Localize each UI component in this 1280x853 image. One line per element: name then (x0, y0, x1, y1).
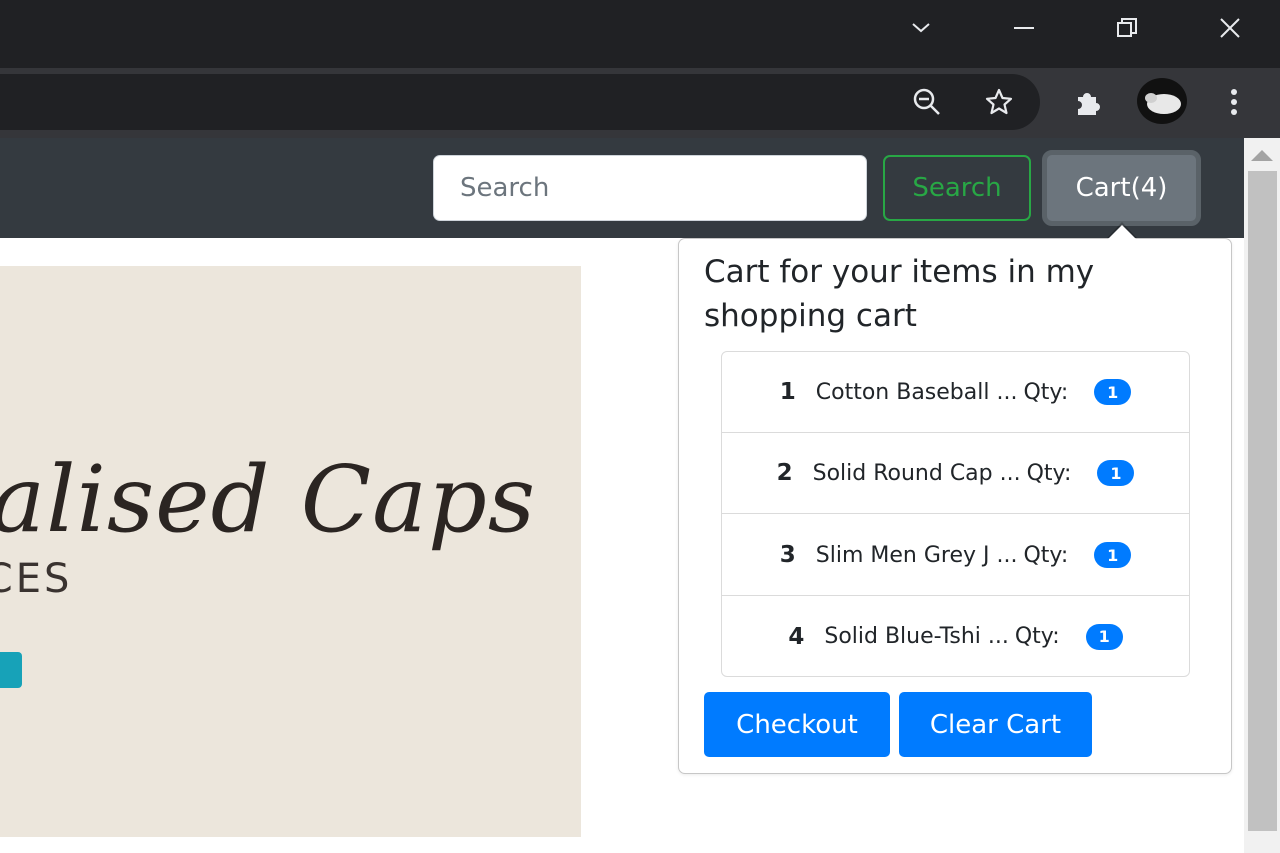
hero-title: nalised Caps (0, 446, 537, 553)
scroll-up-arrow-icon[interactable] (1251, 150, 1273, 161)
cart-item: 3 Slim Men Grey J ... Qty: 1 (722, 515, 1189, 596)
extensions-icon (1078, 93, 1100, 115)
item-number: 4 (788, 623, 805, 650)
avatar[interactable] (1137, 78, 1187, 124)
hero-subtitle: ICES (0, 556, 73, 602)
bookmark-button[interactable] (979, 82, 1019, 122)
search-button[interactable]: Search (883, 155, 1031, 221)
cart-items-list: 1 Cotton Baseball ... Qty: 1 2 Solid Rou… (721, 351, 1190, 677)
qty-badge: 1 (1094, 379, 1132, 405)
minimize-icon (1014, 27, 1034, 29)
tab-search-button[interactable] (901, 8, 941, 48)
popover-title: Cart for your items in my shopping cart (704, 254, 1095, 334)
cart-button[interactable]: Cart(4) (1042, 150, 1201, 226)
item-name: Solid Blue-Tshi ... (824, 624, 1009, 649)
item-qty-label: Qty: (1014, 624, 1060, 649)
checkout-button[interactable]: Checkout (704, 692, 890, 757)
item-qty-label: Qty: (1023, 379, 1069, 405)
clear-cart-button[interactable]: Clear Cart (899, 692, 1092, 757)
extensions-button[interactable] (1069, 82, 1109, 122)
restore-icon (1117, 18, 1137, 37)
item-qty-label: Qty: (1026, 460, 1072, 486)
item-number: 3 (779, 542, 796, 568)
more-icon (1231, 89, 1237, 115)
popover-arrow-fill (1108, 225, 1136, 239)
chevron-down-icon (912, 23, 930, 33)
item-name: Slim Men Grey J ... (815, 542, 1018, 568)
minimize-button[interactable] (1004, 8, 1044, 48)
search-input[interactable] (433, 155, 867, 221)
cart-item: 2 Solid Round Cap ... Qty: 1 (722, 433, 1189, 514)
scrollbar-thumb[interactable] (1248, 171, 1277, 831)
hero-banner: nalised Caps ICES (0, 266, 581, 837)
close-window-button[interactable] (1210, 8, 1250, 48)
browser-menu-button[interactable] (1214, 82, 1254, 122)
qty-badge: 1 (1097, 460, 1135, 486)
qty-badge: 1 (1094, 542, 1132, 568)
browser-titlebar (0, 0, 1280, 68)
hero-button[interactable] (0, 652, 22, 688)
item-number: 2 (776, 460, 793, 486)
address-bar[interactable] (0, 74, 1040, 130)
cart-item: 4 Solid Blue-Tshi ... Qty: 1 (722, 596, 1189, 677)
item-number: 1 (779, 379, 796, 405)
restore-button[interactable] (1107, 8, 1147, 48)
close-icon (1220, 18, 1240, 38)
profile-avatar-icon (1145, 93, 1181, 114)
qty-badge: 1 (1085, 623, 1123, 650)
cart-item: 1 Cotton Baseball ... Qty: 1 (722, 352, 1189, 433)
item-name: Solid Round Cap ... (812, 460, 1021, 486)
star-icon (985, 88, 1013, 115)
zoom-button[interactable] (907, 82, 947, 122)
item-qty-label: Qty: (1023, 542, 1069, 568)
zoom-out-icon (913, 88, 940, 115)
item-name: Cotton Baseball ... (815, 379, 1018, 405)
